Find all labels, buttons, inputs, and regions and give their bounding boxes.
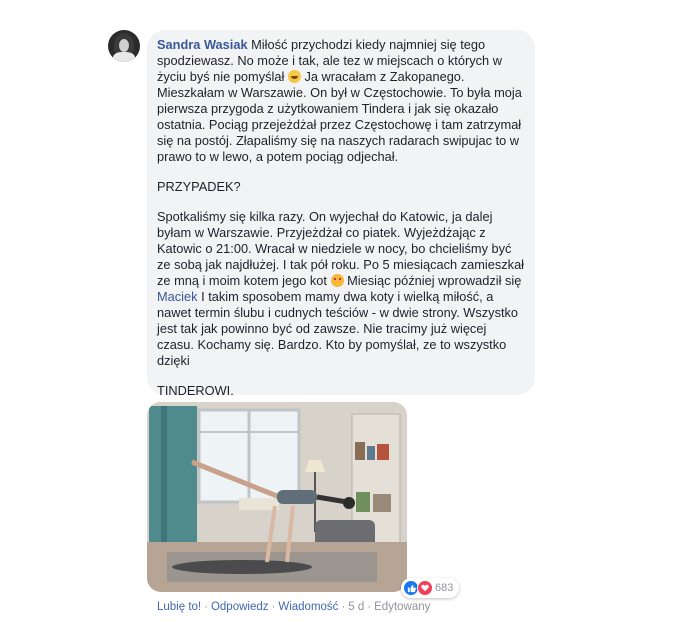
message-button[interactable]: Wiadomość xyxy=(278,601,338,613)
reactions-summary[interactable]: 683 xyxy=(401,578,460,598)
author-name[interactable]: Sandra Wasiak xyxy=(157,37,248,52)
comment-bubble: Sandra Wasiak Miłość przychodzi kiedy na… xyxy=(147,30,535,398)
comment-paragraph-4: TINDEROWI. xyxy=(157,383,234,398)
avatar[interactable] xyxy=(108,30,140,62)
comment-paragraph-2: PRZYPADEK? xyxy=(157,179,241,194)
like-icon xyxy=(404,581,418,595)
timestamp[interactable]: 5 d xyxy=(348,601,364,613)
reaction-count: 683 xyxy=(435,582,454,594)
heart-eyes-cat-icon xyxy=(330,274,344,287)
love-icon xyxy=(417,580,433,596)
comment-paragraph-1: Sandra Wasiak Miłość przychodzi kiedy na… xyxy=(157,37,522,164)
like-button[interactable]: Lubię to! xyxy=(157,601,201,613)
edited-label[interactable]: Edytowany xyxy=(374,601,430,613)
mention-link[interactable]: Maciek xyxy=(157,289,198,304)
comment-actions: Lubię to! · Odpowiedz · Wiadomość · 5 d · Edytow… xyxy=(157,601,431,613)
attached-photo[interactable] xyxy=(147,402,407,592)
comment-paragraph-3: Spotkaliśmy się kilka razy. On wyjechał … xyxy=(157,209,525,368)
reply-button[interactable]: Odpowiedz xyxy=(211,601,269,613)
grinning-face-icon xyxy=(287,70,301,83)
photo-image xyxy=(147,402,407,592)
